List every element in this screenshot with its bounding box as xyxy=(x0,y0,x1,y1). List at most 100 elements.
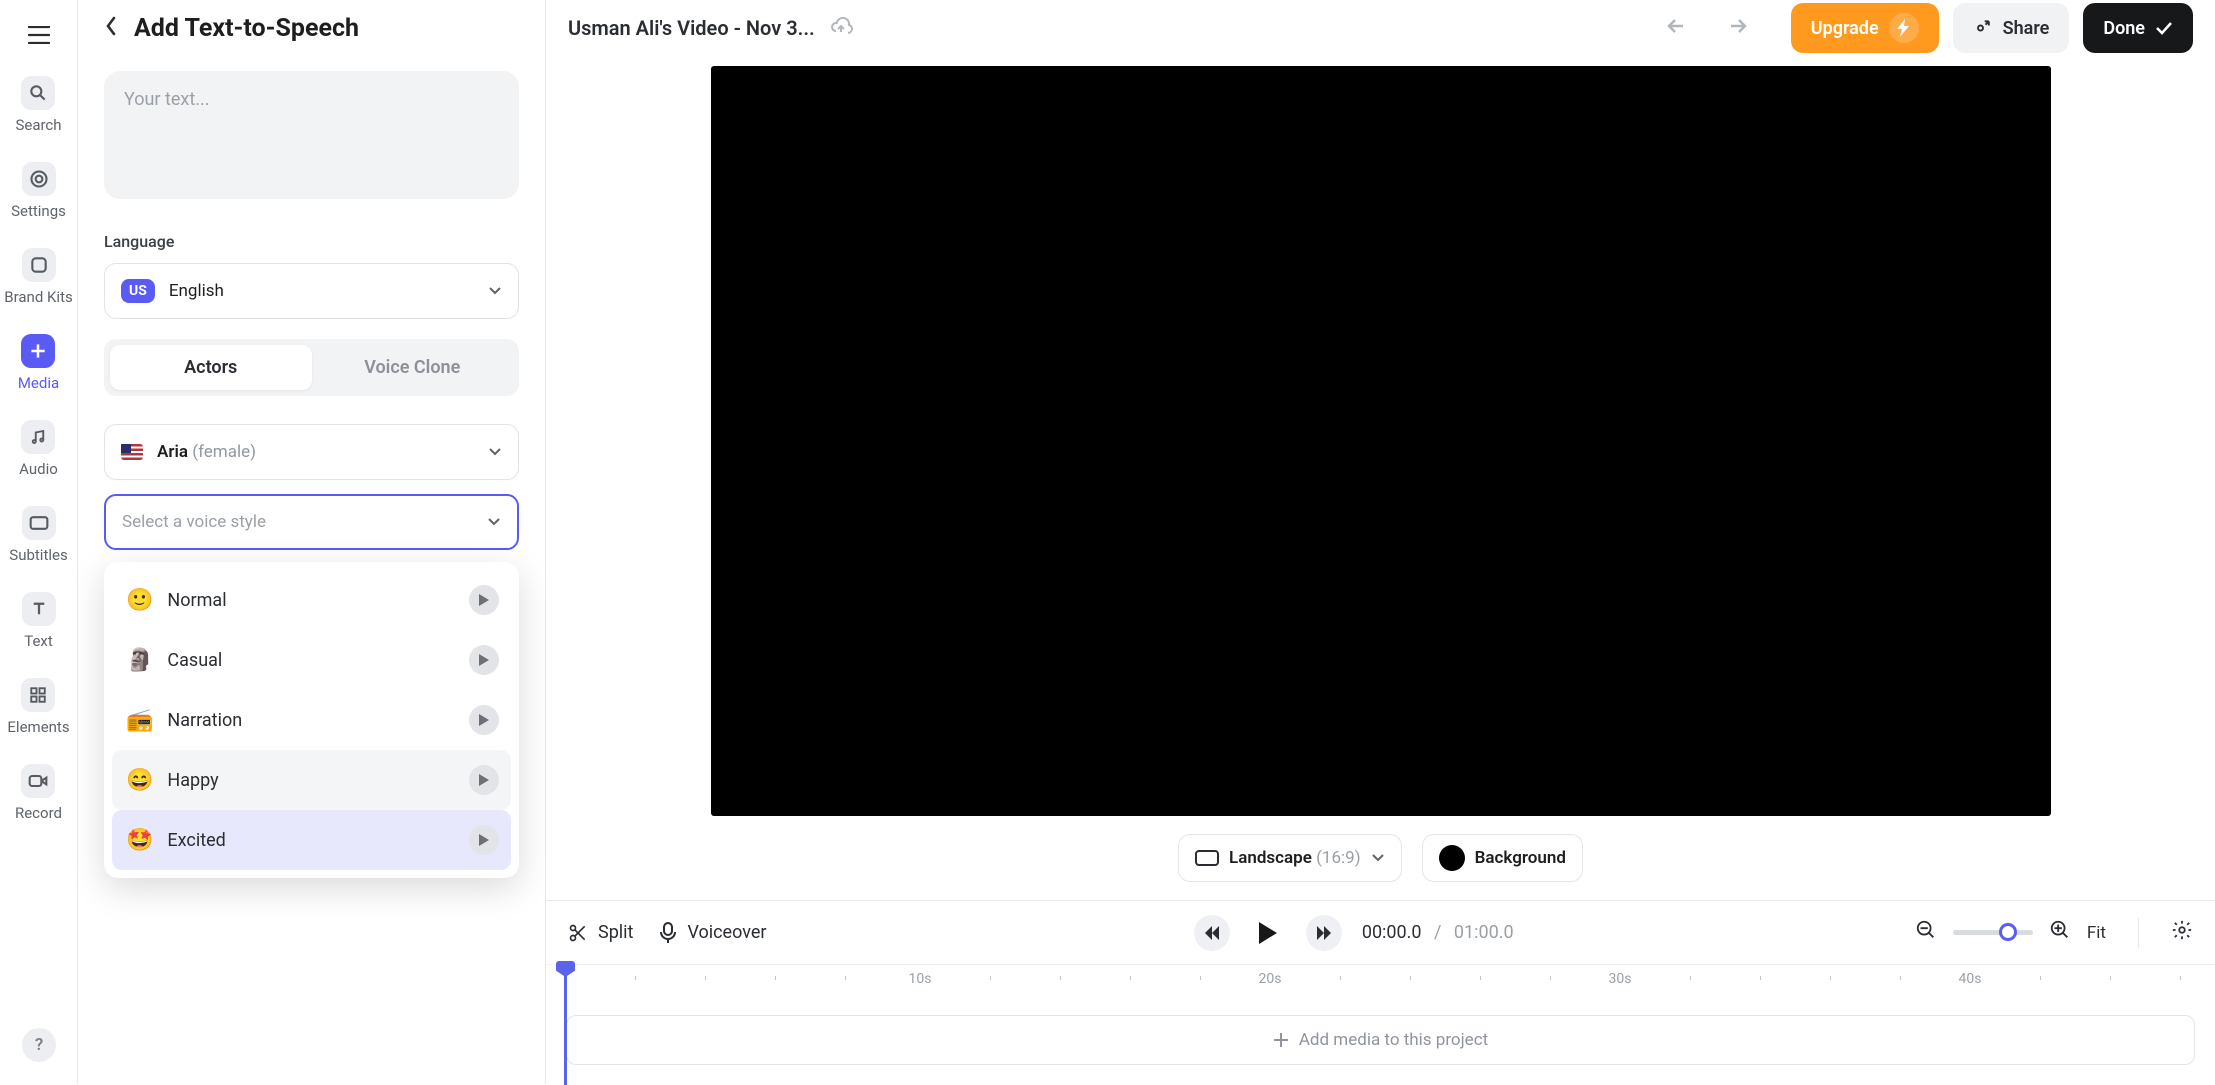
project-title[interactable]: Usman Ali's Video - Nov 3... xyxy=(568,16,815,40)
left-rail: Search Settings Brand Kits Media Audio S… xyxy=(0,0,78,1084)
style-preview-play[interactable] xyxy=(469,825,499,855)
redo-button[interactable] xyxy=(1721,16,1749,41)
chevron-down-icon xyxy=(487,512,501,532)
text-icon xyxy=(22,592,56,626)
chevron-down-icon xyxy=(488,442,502,462)
emoji-icon: 😄 xyxy=(126,768,153,793)
style-preview-play[interactable] xyxy=(469,705,499,735)
language-select[interactable]: US English xyxy=(104,263,519,319)
skip-forward-icon xyxy=(1317,926,1331,940)
rail-record[interactable]: Record xyxy=(15,764,62,822)
play-button[interactable] xyxy=(1250,915,1286,951)
panel-title: Add Text-to-Speech xyxy=(134,14,359,43)
style-option-happy[interactable]: 😄 Happy xyxy=(112,750,511,810)
rail-elements[interactable]: Elements xyxy=(7,678,69,736)
rail-settings[interactable]: Settings xyxy=(11,162,66,220)
redo-icon xyxy=(1721,16,1749,36)
zoom-thumb[interactable] xyxy=(1999,923,2017,941)
style-option-casual[interactable]: 🗿 Casual xyxy=(112,630,511,690)
hamburger-icon xyxy=(28,26,50,44)
language-value: English xyxy=(169,281,224,301)
zoom-in-icon xyxy=(2049,919,2071,941)
audio-icon xyxy=(21,420,55,454)
rail-brand-kits[interactable]: Brand Kits xyxy=(4,248,72,306)
zoom-in-button[interactable] xyxy=(2049,919,2071,946)
tab-voice-clone[interactable]: Voice Clone xyxy=(312,345,514,390)
video-canvas[interactable] xyxy=(711,66,2051,816)
undo-redo-group xyxy=(1665,16,1749,41)
rail-text[interactable]: Text xyxy=(22,592,56,650)
elements-icon xyxy=(21,678,55,712)
rail-search[interactable]: Search xyxy=(15,76,61,134)
tts-text-input[interactable] xyxy=(104,71,519,199)
background-select[interactable]: Background xyxy=(1422,834,1583,882)
rail-label: Text xyxy=(24,632,53,650)
style-label: Casual xyxy=(167,650,222,671)
background-swatch xyxy=(1439,845,1465,871)
rail-audio[interactable]: Audio xyxy=(19,420,58,478)
settings-icon xyxy=(22,162,56,196)
rail-subtitles[interactable]: Subtitles xyxy=(9,506,67,564)
done-button[interactable]: Done xyxy=(2083,3,2193,53)
voice-style-select[interactable]: Select a voice style xyxy=(104,494,519,550)
undo-button[interactable] xyxy=(1665,16,1693,41)
share-icon xyxy=(1973,18,1993,38)
style-label: Narration xyxy=(167,710,242,731)
emoji-icon: 🙂 xyxy=(126,588,153,613)
zoom-out-icon xyxy=(1915,919,1937,941)
voiceover-button[interactable]: Voiceover xyxy=(659,922,766,944)
scissors-icon xyxy=(568,923,588,943)
skip-back-icon xyxy=(1205,926,1219,940)
upgrade-button[interactable]: Upgrade xyxy=(1791,3,1939,53)
panel-back-button[interactable] xyxy=(104,14,118,43)
search-icon xyxy=(21,76,55,110)
plus-icon xyxy=(1273,1032,1289,1048)
help-button[interactable]: ? xyxy=(22,1028,56,1062)
tab-actors[interactable]: Actors xyxy=(110,345,312,390)
split-button[interactable]: Split xyxy=(568,922,633,943)
style-label: Excited xyxy=(167,830,225,851)
voiceover-label: Voiceover xyxy=(687,922,766,943)
media-icon xyxy=(21,334,55,368)
current-time: 00:00.0 xyxy=(1362,922,1422,943)
timeline-settings-button[interactable] xyxy=(2171,919,2193,946)
rail-media[interactable]: Media xyxy=(18,334,59,392)
rail-label: Audio xyxy=(19,460,58,478)
style-option-normal[interactable]: 🙂 Normal xyxy=(112,570,511,630)
cloud-sync-icon[interactable] xyxy=(829,15,853,42)
aspect-ratio: (16:9) xyxy=(1316,848,1361,868)
chevron-down-icon xyxy=(488,281,502,301)
timeline-toolbar: Split Voiceover 00:00.0 / 01:00.0 Fit xyxy=(546,900,2215,964)
add-media-row[interactable]: Add media to this project xyxy=(566,1015,2195,1065)
skip-back-button[interactable] xyxy=(1194,915,1230,951)
voice-actor-select[interactable]: Aria (female) xyxy=(104,424,519,480)
emoji-icon: 📻 xyxy=(126,708,153,733)
ruler-mark: 10s xyxy=(909,971,932,987)
share-button[interactable]: Share xyxy=(1953,3,2070,53)
zoom-slider[interactable] xyxy=(1953,930,2033,935)
chevron-left-icon xyxy=(104,14,118,38)
voice-gender: (female) xyxy=(192,442,256,462)
language-label: Language xyxy=(104,232,519,251)
preview-area: Landscape (16:9) Background xyxy=(546,56,2215,900)
style-option-excited[interactable]: 🤩 Excited xyxy=(112,810,511,870)
mic-icon xyxy=(659,922,677,944)
rail-label: Record xyxy=(15,804,62,822)
rail-label: Media xyxy=(18,374,59,392)
zoom-out-button[interactable] xyxy=(1915,919,1937,946)
style-preview-play[interactable] xyxy=(469,645,499,675)
rail-label: Brand Kits xyxy=(4,288,72,306)
voice-tab-bar: Actors Voice Clone xyxy=(104,339,519,396)
timeline[interactable]: 10s 20s 30s 40s 50s Add media to this pr… xyxy=(546,964,2215,1084)
fit-button[interactable]: Fit xyxy=(2087,923,2106,943)
skip-forward-button[interactable] xyxy=(1306,915,1342,951)
style-preview-play[interactable] xyxy=(469,765,499,795)
style-option-narration[interactable]: 📻 Narration xyxy=(112,690,511,750)
style-preview-play[interactable] xyxy=(469,585,499,615)
share-label: Share xyxy=(2003,18,2050,39)
check-icon xyxy=(2155,21,2173,35)
style-label: Normal xyxy=(167,590,226,611)
hamburger-menu[interactable] xyxy=(22,18,56,52)
voice-style-dropdown: 🙂 Normal 🗿 Casual 📻 Narration 😄 Happy 🤩 xyxy=(104,562,519,878)
aspect-ratio-select[interactable]: Landscape (16:9) xyxy=(1178,834,1402,882)
